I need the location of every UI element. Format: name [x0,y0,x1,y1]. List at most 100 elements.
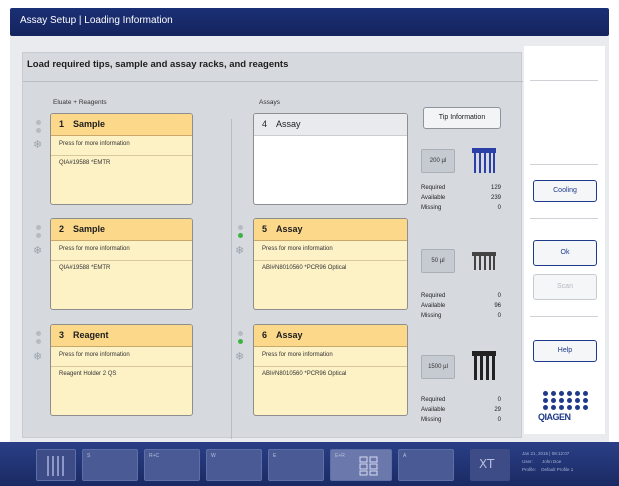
tile-label: E [273,453,277,459]
tip-rack-1500-icon [472,351,496,380]
tile-w[interactable]: W [206,449,262,481]
missing-value: 0 [497,313,501,319]
position-1-status-dot [36,120,41,125]
tile-label: W [211,453,216,459]
rack-overview-icon [47,456,64,476]
title-bar-band: Assay Setup | Loading Information [10,8,609,36]
overview-tile[interactable] [36,449,76,481]
card-info-link[interactable]: Press for more information [254,347,407,367]
heading-divider [23,81,523,82]
profile-label: Profile: [522,467,537,472]
position-1-sample-card[interactable]: 1 Sample Press for more information QIA#1… [50,113,193,205]
card-title: Sample [73,224,106,234]
sidebar-divider [530,80,598,81]
cooling-button[interactable]: Cooling [533,180,597,202]
card-title: Reagent [73,330,109,340]
required-value: 129 [490,185,501,191]
position-1-status-dot [36,128,41,133]
missing-value: 0 [497,205,501,211]
ok-button[interactable]: Ok [533,240,597,266]
help-button[interactable]: Help [533,340,597,362]
required-value: 0 [497,397,501,403]
required-label: Required [421,397,446,403]
status-date: Jan 21, 2015 | 08:12:07 [522,451,570,456]
position-5-status-dot [238,225,243,230]
card-subtitle: ABI#N8010560 *PCR96 Optical [262,265,347,271]
card-title: Assay [276,224,303,234]
user-value: John Doe [542,459,562,464]
position-5-loaded-dot [238,233,243,238]
tile-label: R+C [149,453,160,459]
card-info-link[interactable]: Press for more information [51,241,192,261]
missing-label: Missing [421,205,442,211]
xt-tile: XT [470,449,510,481]
tile-r-c[interactable]: R+C [144,449,200,481]
available-value: 239 [490,195,501,201]
tile-label: S [87,453,91,459]
bottom-taskbar: S R+C W E E+R A XT Jan 21, 2015 | 08:12:… [0,442,619,486]
position-3-reagent-card[interactable]: 3 Reagent Press for more information Reag… [50,324,193,416]
card-subtitle: Reagent Holder 2 QS [59,371,117,377]
available-label: Available [421,303,446,309]
page-heading: Load required tips, sample and assay rac… [27,59,289,70]
position-4-assay-card[interactable]: 4 Assay [253,113,408,205]
scan-button[interactable]: Scan [533,274,597,300]
position-5-assay-card[interactable]: 5 Assay Press for more information ABI#N8… [253,218,408,310]
logo-dots-icon [543,391,594,410]
profile-value: Default Profile 1 [541,467,574,472]
position-number: 4 [262,119,268,129]
position-number: 1 [59,119,65,129]
position-number: 2 [59,224,65,234]
position-2-status-dot [36,233,41,238]
card-title: Assay [276,119,301,129]
required-label: Required [421,293,446,299]
card-subtitle: QIA#19588 *EMTR [59,160,111,166]
tile-e[interactable]: E [268,449,324,481]
cooling-snowflake-icon: ❄ [33,350,43,363]
tile-a[interactable]: A [398,449,454,481]
available-value: 96 [494,303,501,309]
tile-label: E+R [335,453,345,459]
card-info-link[interactable]: Press for more information [254,241,407,261]
tip-information-button[interactable]: Tip Information [423,107,501,129]
position-2-status-dot [36,225,41,230]
tip-volume-badge: 200 µl [421,149,455,173]
available-label: Available [421,195,446,201]
position-2-sample-card[interactable]: 2 Sample Press for more information QIA#1… [50,218,193,310]
tip-rack-200-icon [472,148,496,173]
card-info-link[interactable]: Press for more information [51,347,192,367]
sidebar-divider [530,316,598,317]
position-number: 3 [59,330,65,340]
card-subtitle: ABI#N8010560 *PCR96 Optical [262,371,347,377]
status-info: Jan 21, 2015 | 08:12:07 User: John Doe P… [522,450,573,474]
cooling-snowflake-icon: ❄ [33,138,43,151]
position-6-loaded-dot [238,339,243,344]
sidebar-divider [530,218,598,219]
column-divider [231,119,232,439]
loading-content: Load required tips, sample and assay rac… [22,52,523,439]
right-sidebar: Cooling Ok Scan Help QIAGEN [524,46,605,434]
required-label: Required [421,185,446,191]
main-panel: Load required tips, sample and assay rac… [10,36,609,442]
available-label: Available [421,407,446,413]
position-3-status-dot [36,331,41,336]
position-number: 5 [262,224,268,234]
card-info-link[interactable]: Press for more information [51,136,192,156]
grid-icon [359,456,378,476]
qiagen-logo: QIAGEN [538,391,594,422]
tile-e-r[interactable]: E+R [330,449,392,481]
missing-value: 0 [497,417,501,423]
cooling-snowflake-icon: ❄ [235,244,245,257]
user-label: User: [522,459,533,464]
tip-rack-50-icon [472,252,496,270]
logo-text: QIAGEN [538,412,571,422]
card-title: Assay [276,330,303,340]
position-6-assay-card[interactable]: 6 Assay Press for more information ABI#N8… [253,324,408,416]
card-title: Sample [73,119,106,129]
tile-s[interactable]: S [82,449,138,481]
required-value: 0 [497,293,501,299]
position-3-status-dot [36,339,41,344]
position-6-status-dot [238,331,243,336]
available-value: 29 [494,407,501,413]
tile-label: A [403,453,407,459]
